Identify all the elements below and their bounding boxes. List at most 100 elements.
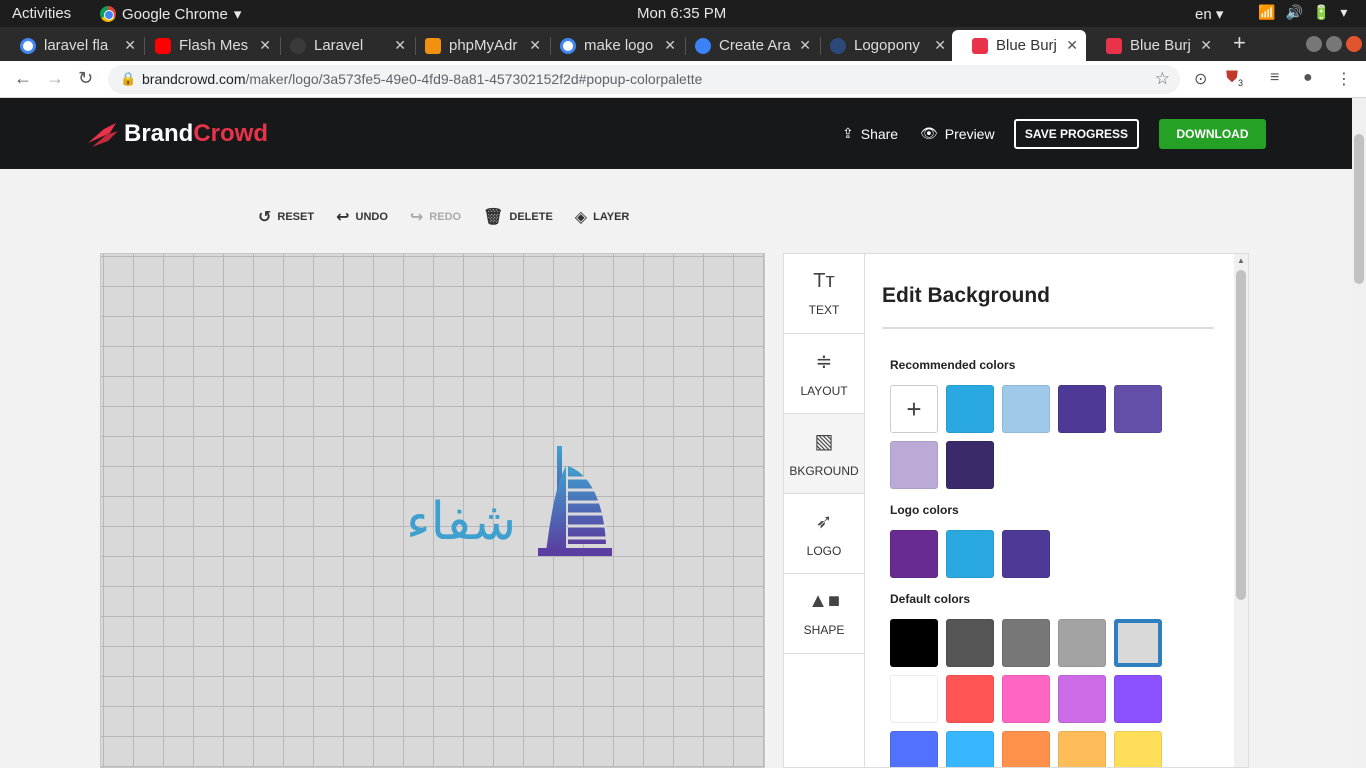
panel-scrollbar-thumb[interactable] (1236, 270, 1246, 600)
youtube-icon (155, 37, 171, 54)
ublock-icon[interactable]: ⛊3 (1226, 69, 1243, 88)
system-tray[interactable]: 📶 🔊 🔋 ▾ (1258, 4, 1347, 21)
preview-label: Preview (944, 125, 995, 142)
color-swatch[interactable] (946, 731, 994, 767)
color-swatch[interactable] (1114, 731, 1162, 767)
bookmark-star-icon[interactable]: ☆ (1155, 69, 1170, 89)
design-canvas[interactable]: شفاء (100, 253, 765, 768)
color-swatch[interactable] (890, 675, 938, 723)
media-queue-icon[interactable]: ≡ (1270, 69, 1279, 87)
browser-tab[interactable]: Create Ara ✕ (675, 30, 819, 61)
reset-button[interactable]: ↺ RESET (258, 207, 314, 227)
color-swatch[interactable] (1002, 619, 1050, 667)
eye-icon: 👁 (920, 125, 938, 141)
color-swatch[interactable] (890, 619, 938, 667)
redo-button[interactable]: ↪ REDO (410, 207, 461, 227)
reset-label: RESET (277, 211, 315, 223)
browser-tab-strip: laravel fla ✕ Flash Mes ✕ Laravel ✕ phpM… (0, 27, 1366, 61)
color-swatch[interactable] (890, 731, 938, 767)
undo-button[interactable]: ↩ UNDO (336, 207, 388, 227)
color-swatch[interactable] (946, 619, 994, 667)
nav-shape[interactable]: ▲■ SHAPE (784, 574, 864, 654)
address-bar[interactable]: 🔒 brandcrowd.com/maker/logo/3a573fe5-49e… (108, 65, 1180, 94)
browser-tab-active[interactable]: Blue Burj A ✕ (952, 30, 1086, 61)
preview-button[interactable]: 👁 Preview (920, 125, 995, 142)
color-swatch[interactable] (1002, 530, 1050, 578)
scroll-up-icon[interactable]: ▲ (1237, 256, 1245, 265)
color-swatch[interactable] (946, 441, 994, 489)
share-button[interactable]: ⇪ Share (842, 125, 898, 142)
nav-logo[interactable]: ➶ LOGO (784, 494, 864, 574)
color-swatch[interactable] (1002, 731, 1050, 767)
lock-icon[interactable]: 🔒 (120, 71, 136, 87)
extension-icon[interactable]: ⊙ (1194, 69, 1207, 89)
extension-badge: 3 (1238, 78, 1244, 89)
page-scrollbar[interactable] (1352, 98, 1366, 768)
browser-tab[interactable]: Logopony ✕ (810, 30, 954, 61)
background-pattern-icon: ▧ (814, 431, 834, 453)
brandcrowd-logo-icon (88, 123, 118, 147)
tab-title: phpMyAdr (449, 37, 518, 54)
undo-icon: ↩ (336, 209, 350, 226)
burj-logo-icon[interactable] (406, 444, 726, 564)
close-icon[interactable]: ✕ (1066, 37, 1078, 54)
browser-tab[interactable]: phpMyAdr ✕ (405, 30, 549, 61)
nav-layout[interactable]: ≑ LAYOUT (784, 334, 864, 414)
color-swatch[interactable] (1002, 675, 1050, 723)
color-swatch[interactable] (890, 441, 938, 489)
new-tab-button[interactable]: + (1233, 30, 1246, 56)
color-swatch[interactable] (1058, 675, 1106, 723)
layer-button[interactable]: ◈ LAYER (575, 207, 630, 227)
clock[interactable]: Mon 6:35 PM (637, 5, 726, 22)
color-swatch[interactable] (946, 675, 994, 723)
color-swatch[interactable] (1114, 675, 1162, 723)
panel-scrollbar[interactable]: ▲ (1234, 254, 1248, 767)
forward-icon[interactable]: → (46, 68, 64, 89)
brandcrowd-logo[interactable]: Brand Crowd (86, 120, 268, 148)
share-label: Share (860, 125, 899, 142)
reset-icon: ↺ (258, 209, 272, 226)
color-swatch[interactable] (1114, 385, 1162, 433)
download-button[interactable]: DOWNLOAD (1159, 119, 1266, 149)
color-swatch[interactable] (1058, 619, 1106, 667)
page-scrollbar-thumb[interactable] (1354, 134, 1364, 284)
color-swatch[interactable] (1058, 731, 1106, 767)
color-swatch[interactable] (890, 530, 938, 578)
logopony-icon (830, 37, 846, 54)
back-icon[interactable]: ← (14, 68, 32, 89)
tab-title: Flash Mes (179, 37, 249, 54)
divider (882, 327, 1214, 329)
browser-tab[interactable]: Laravel ✕ (270, 30, 414, 61)
close-window-button[interactable] (1346, 36, 1362, 52)
minimize-button[interactable] (1306, 36, 1322, 52)
app-menu[interactable]: Google Chrome ▾ (100, 5, 241, 23)
add-color-button[interactable]: + (890, 385, 938, 433)
site-icon (695, 37, 711, 54)
app-name: Google Chrome (122, 5, 228, 23)
delete-button[interactable]: 🗑 DELETE (483, 207, 553, 227)
maximize-button[interactable] (1326, 36, 1342, 52)
account-icon[interactable]: ● (1303, 69, 1313, 87)
browser-tab[interactable]: make logo ✕ (540, 30, 684, 61)
color-swatch[interactable] (1114, 619, 1162, 667)
close-icon[interactable]: ✕ (934, 37, 946, 54)
shapes-icon: ▲■ (808, 590, 840, 612)
brandcrowd-icon (1106, 37, 1122, 54)
nav-text[interactable]: Tт TEXT (784, 254, 864, 334)
browser-tab[interactable]: Flash Mes ✕ (135, 30, 279, 61)
reload-icon[interactable]: ↻ (78, 68, 93, 89)
menu-kebab-icon[interactable]: ⋮ (1336, 69, 1352, 89)
color-swatch[interactable] (946, 530, 994, 578)
activities-button[interactable]: Activities (12, 5, 71, 22)
save-progress-button[interactable]: SAVE PROGRESS (1014, 119, 1139, 149)
nav-background[interactable]: ▧ BKGROUND (784, 414, 864, 494)
color-swatch[interactable] (1002, 385, 1050, 433)
language-indicator[interactable]: en ▾ (1195, 5, 1223, 23)
color-swatch[interactable] (946, 385, 994, 433)
browser-tab[interactable]: Blue Burj ✕ (1086, 30, 1220, 61)
google-icon (560, 37, 576, 54)
color-swatch[interactable] (1058, 385, 1106, 433)
close-icon[interactable]: ✕ (1200, 37, 1212, 54)
default-colors (890, 619, 1162, 767)
browser-tab[interactable]: laravel fla ✕ (0, 30, 144, 61)
